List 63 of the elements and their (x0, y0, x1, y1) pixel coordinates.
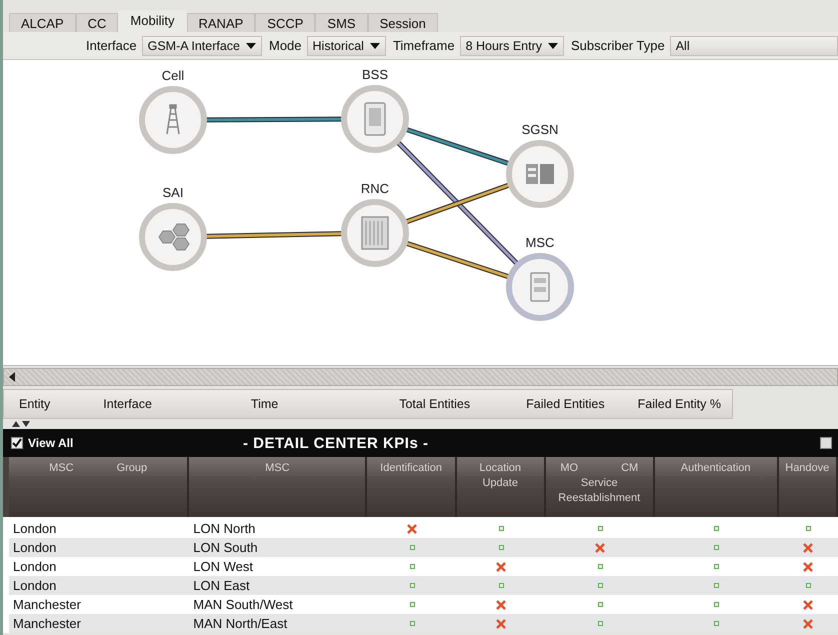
tower-icon (166, 104, 180, 135)
caret-icon (246, 42, 256, 48)
node-label: SAI (162, 185, 184, 200)
tab[interactable]: Session (368, 13, 438, 32)
node-circle[interactable] (139, 86, 207, 154)
table-cell: London (13, 540, 56, 555)
dropdown[interactable]: 8 Hours Entry (460, 36, 564, 56)
column-header[interactable]: Time (250, 397, 278, 411)
left-arrow-icon[interactable] (8, 372, 16, 382)
column-header[interactable]: MSC Group (9, 457, 190, 517)
server-icon (530, 272, 550, 302)
filter-label: Subscriber Type (571, 38, 665, 53)
column-header[interactable]: Total Entities (399, 397, 470, 411)
node-label: BSS (362, 67, 388, 82)
table-cell: London (13, 559, 56, 574)
table-cell: MAN South/West (193, 597, 293, 612)
column-header[interactable]: Authentication (654, 457, 779, 517)
table-cell: LON North (193, 521, 256, 536)
tab[interactable]: Mobility (118, 10, 186, 32)
caret-icon (370, 42, 380, 48)
dropdown[interactable]: GSM-A Interface (142, 36, 262, 56)
panel-title: - DETAIL CENTER KPIs - (243, 434, 428, 452)
tab[interactable]: SMS (315, 13, 368, 32)
node-label: SGSN (522, 122, 558, 137)
column-header[interactable]: MO CM Service Reestablishment (546, 457, 655, 517)
column-header[interactable]: Interface (103, 397, 152, 411)
checkbox-label: View All (28, 436, 74, 450)
filter-label: Mode (269, 38, 302, 53)
input-field[interactable]: All (670, 36, 838, 56)
table-cell: London (13, 578, 56, 593)
tab[interactable]: CC (76, 13, 118, 32)
column-header[interactable]: Failed Entity % (638, 397, 721, 411)
node-label: RNC (360, 181, 390, 196)
filter-label: Interface (86, 38, 137, 53)
collapse-arrows-icon[interactable] (11, 420, 31, 428)
node-label: MSC (526, 235, 554, 250)
column-header[interactable]: Location Update (456, 457, 546, 517)
tab[interactable]: SCCP (255, 13, 316, 32)
table-cell: LON East (193, 578, 250, 593)
table-cell: Manchester (13, 616, 81, 631)
filter-label: Timeframe (392, 38, 455, 53)
checkbox[interactable] (11, 437, 23, 449)
server-icon (526, 164, 554, 184)
node-label: Cell (162, 68, 184, 83)
tab[interactable]: ALCAP (9, 13, 76, 32)
column-header[interactable]: Identification (367, 457, 457, 517)
column-header[interactable]: MSC (189, 457, 368, 517)
table-cell: Manchester (13, 597, 81, 612)
dropdown[interactable]: Historical (306, 36, 386, 56)
server-icon (364, 102, 386, 136)
table-cell: LON South (193, 540, 258, 555)
caret-icon (548, 42, 558, 48)
column-header[interactable]: Failed Entities (526, 397, 605, 411)
tab[interactable]: RANAP (186, 13, 256, 32)
table-cell: MAN North/East (193, 616, 288, 631)
table-cell: LON West (193, 559, 253, 574)
horizontal-scrollbar[interactable] (3, 368, 838, 386)
table-cell: London (13, 521, 56, 536)
checkbox[interactable] (820, 437, 832, 449)
column-header[interactable]: Entity (19, 397, 50, 411)
rack-icon (361, 216, 389, 250)
column-header[interactable]: Handove (778, 457, 838, 517)
hexagons-icon (158, 224, 190, 250)
